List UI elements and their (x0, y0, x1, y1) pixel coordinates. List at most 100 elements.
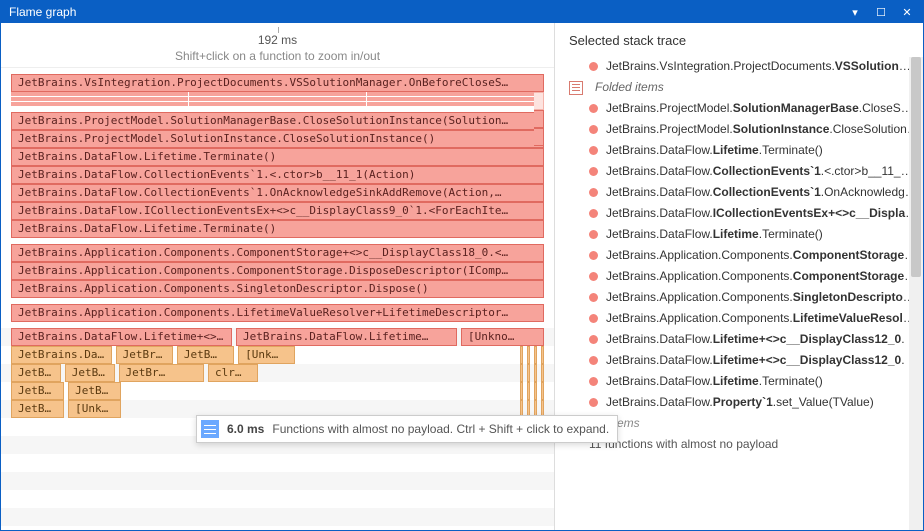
flame-frame[interactable]: [Unkn… (68, 400, 121, 418)
flame-row: JetBrains.DataFlow.CollectionEvents`1.On… (11, 184, 544, 202)
tooltip: 6.0 ms Functions with almost no payload.… (196, 415, 618, 443)
stack-item[interactable]: JetBrains.VsIntegration.ProjectDocuments… (555, 56, 923, 77)
bullet-icon (589, 314, 598, 323)
maximize-button[interactable]: ☐ (869, 3, 893, 21)
flame-frame[interactable]: JetBrains.VsIntegration.ProjectDocuments… (11, 74, 544, 92)
flame-frame[interactable]: JetBrains.DataFlow.CollectionEvents`1.<.… (11, 166, 544, 184)
stack-item[interactable]: JetBrains.ProjectModel.SolutionManagerBa… (555, 98, 923, 119)
flame-row: JetBrai…JetBr…JetBr…clr… (11, 364, 544, 382)
flame-row: JetBrains.DataFlow.Lif…JetBr…JetB…[Unk… (11, 346, 544, 364)
flame-frame[interactable]: JetBrains.ProjectModel.SolutionInstance.… (11, 130, 544, 148)
flame-frame[interactable]: JetBrains.Application.Components.Compone… (11, 262, 544, 280)
stack-item[interactable]: JetBrains.DataFlow.Property`1.set_Value(… (555, 392, 923, 413)
flame-row-split: JetBrains.DataFlow.Lifetime+<>… JetBrain… (11, 328, 544, 346)
flame-graph[interactable]: JetBrains.VsIntegration.ProjectDocuments… (1, 68, 554, 530)
stack-item[interactable]: JetBrains.DataFlow.ICollectionEventsEx+<… (555, 203, 923, 224)
window-buttons: ▾ ☐ ✕ (843, 3, 919, 21)
body: 192 ms Shift+click on a function to zoom… (1, 23, 923, 530)
stack-item[interactable]: JetBrains.Application.Components.Compone… (555, 245, 923, 266)
bullet-icon (589, 209, 598, 218)
flame-sliver[interactable] (527, 382, 530, 400)
flame-row: JetBrains.ProjectModel.SolutionManagerBa… (11, 112, 544, 130)
bullet-icon (589, 167, 598, 176)
flame-frame[interactable]: JetB… (11, 382, 64, 400)
stack-item[interactable]: JetBrains.DataFlow.Lifetime+<>c__Display… (555, 329, 923, 350)
flame-frame[interactable]: clr… (208, 364, 258, 382)
bullet-icon (589, 335, 598, 344)
flame-sliver[interactable] (527, 364, 530, 382)
flame-row: JetBrains.ProjectModel.SolutionInstance.… (11, 130, 544, 148)
stack-item[interactable]: JetBrains.Application.Components.Compone… (555, 266, 923, 287)
flame-frame[interactable]: [Unk… (238, 346, 295, 364)
scrollbar-thumb[interactable] (911, 57, 921, 277)
flame-sliver[interactable] (527, 346, 530, 364)
flame-frame[interactable]: JetBrains.DataFlow.Lifetime.Terminate() (11, 220, 544, 238)
time-label: 192 ms (1, 33, 554, 47)
tooltip-ms: 6.0 ms (227, 422, 264, 436)
folded-items-header[interactable]: Folded items (555, 77, 923, 98)
titlebar: Flame graph ▾ ☐ ✕ (1, 1, 923, 23)
stack-trace-title: Selected stack trace (555, 23, 923, 56)
flame-sliver[interactable] (520, 364, 523, 382)
flame-frame[interactable]: [Unkno… (461, 328, 544, 346)
flame-row: JetBrains.DataFlow.ICollectionEventsEx+<… (11, 202, 544, 220)
stack-item[interactable]: JetBrains.DataFlow.Lifetime.Terminate() (555, 224, 923, 245)
bullet-icon (589, 125, 598, 134)
zoom-hint: Shift+click on a function to zoom in/out (1, 49, 554, 68)
flame-frame[interactable]: JetBrains.DataFlow.Lifetime.Terminate() (11, 148, 544, 166)
flame-sliver[interactable] (520, 382, 523, 400)
flame-panel: 192 ms Shift+click on a function to zoom… (1, 23, 555, 530)
flame-sliver[interactable] (520, 346, 523, 364)
fold-icon (569, 81, 583, 95)
scrollbar[interactable] (909, 57, 923, 530)
flame-frame[interactable]: JetBrains.DataFlow.Lifetime+<>… (11, 328, 232, 346)
collapse-icon (201, 420, 219, 438)
flame-frame[interactable]: JetBrains.Application.Components.Singlet… (11, 280, 544, 298)
stack-item[interactable]: JetBrains.DataFlow.Lifetime.Terminate() (555, 371, 923, 392)
flame-frame[interactable]: JetBrains.Application.Components.Lifetim… (11, 304, 544, 322)
bullet-icon (589, 272, 598, 281)
flame-frame[interactable]: JetBrains.Application.Components.Compone… (11, 244, 544, 262)
flame-row: JetB…JetBr… (11, 382, 544, 400)
stack-item[interactable]: JetBrains.DataFlow.Lifetime+<>c__Display… (555, 350, 923, 371)
flame-frame[interactable]: JetBr… (119, 364, 205, 382)
bullet-icon (589, 230, 598, 239)
tooltip-text: Functions with almost no payload. Ctrl +… (272, 422, 609, 436)
bullet-icon (589, 188, 598, 197)
bullet-icon (589, 293, 598, 302)
flame-row: JetBrains.DataFlow.CollectionEvents`1.<.… (11, 166, 544, 184)
flame-frame[interactable]: JetBrai… (11, 364, 61, 382)
stack-item[interactable]: JetBrains.DataFlow.CollectionEvents`1.<.… (555, 161, 923, 182)
flame-graph-window: Flame graph ▾ ☐ ✕ 192 ms Shift+click on … (0, 0, 924, 531)
stack-trace-list[interactable]: JetBrains.VsIntegration.ProjectDocuments… (555, 56, 923, 530)
flame-frame[interactable]: JetB… (11, 400, 64, 418)
bullet-icon (589, 377, 598, 386)
flame-frame[interactable]: JetBrains.DataFlow.CollectionEvents`1.On… (11, 184, 544, 202)
flame-frame[interactable]: JetB… (177, 346, 234, 364)
window-title: Flame graph (9, 5, 843, 19)
stack-item[interactable]: JetBrains.Application.Components.Lifetim… (555, 308, 923, 329)
flame-frame[interactable]: JetBr… (65, 364, 115, 382)
time-axis: 192 ms (1, 23, 554, 49)
narrow-stack (534, 74, 544, 530)
flame-row: JetBrains.DataFlow.Lifetime.Terminate() (11, 148, 544, 166)
close-button[interactable]: ✕ (895, 3, 919, 21)
flame-frame[interactable]: JetBr… (116, 346, 173, 364)
bullet-icon (589, 398, 598, 407)
flame-frame[interactable]: JetBrains.DataFlow.ICollectionEventsEx+<… (11, 202, 544, 220)
bullet-icon (589, 251, 598, 260)
flame-row: JetBrains.DataFlow.Lifetime.Terminate() (11, 220, 544, 238)
flame-row: JetBrains.Application.Components.Lifetim… (11, 304, 544, 322)
flame-frame[interactable]: JetBrains.DataFlow.Lif… (11, 346, 112, 364)
stack-item[interactable]: JetBrains.Application.Components.Singlet… (555, 287, 923, 308)
stack-item[interactable]: JetBrains.ProjectModel.SolutionInstance.… (555, 119, 923, 140)
stack-trace-panel: Selected stack trace JetBrains.VsIntegra… (555, 23, 923, 530)
flame-row: JetBrains.Application.Components.Compone… (11, 262, 544, 280)
bullet-icon (589, 356, 598, 365)
minimize-button[interactable]: ▾ (843, 3, 867, 21)
flame-frame[interactable]: JetBr… (68, 382, 121, 400)
stack-item[interactable]: JetBrains.DataFlow.CollectionEvents`1.On… (555, 182, 923, 203)
flame-frame[interactable]: JetBrains.ProjectModel.SolutionManagerBa… (11, 112, 544, 130)
stack-item[interactable]: JetBrains.DataFlow.Lifetime.Terminate() (555, 140, 923, 161)
flame-frame[interactable]: JetBrains.DataFlow.Lifetime… (236, 328, 457, 346)
